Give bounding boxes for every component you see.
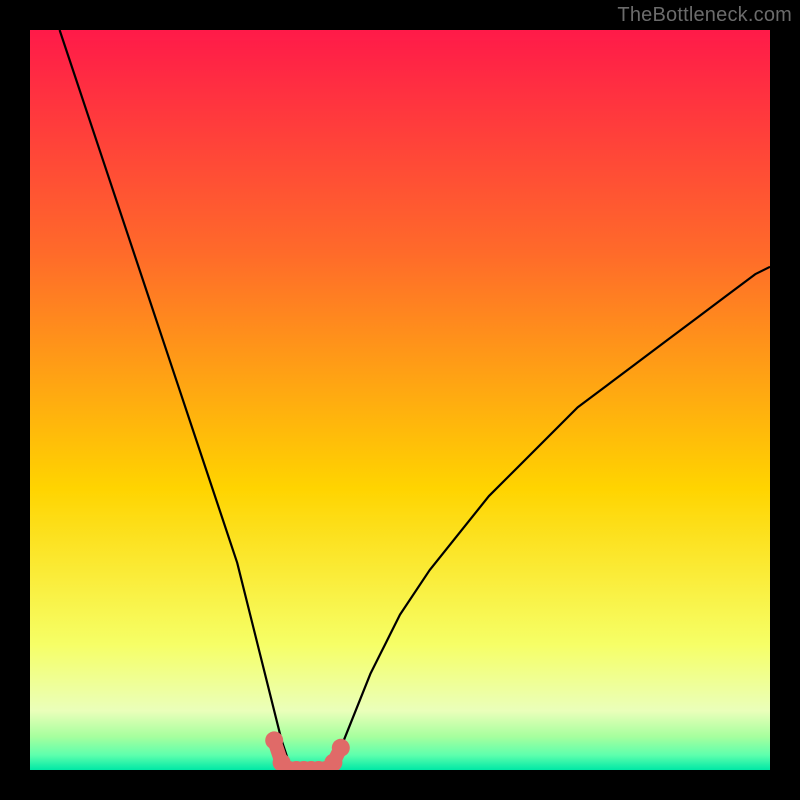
outer-frame: TheBottleneck.com <box>0 0 800 800</box>
chart-plot-area <box>30 30 770 770</box>
chart-svg <box>30 30 770 770</box>
attribution-text: TheBottleneck.com <box>617 4 792 27</box>
marker-dot <box>265 731 283 749</box>
chart-background <box>30 30 770 770</box>
marker-dot <box>332 739 350 757</box>
